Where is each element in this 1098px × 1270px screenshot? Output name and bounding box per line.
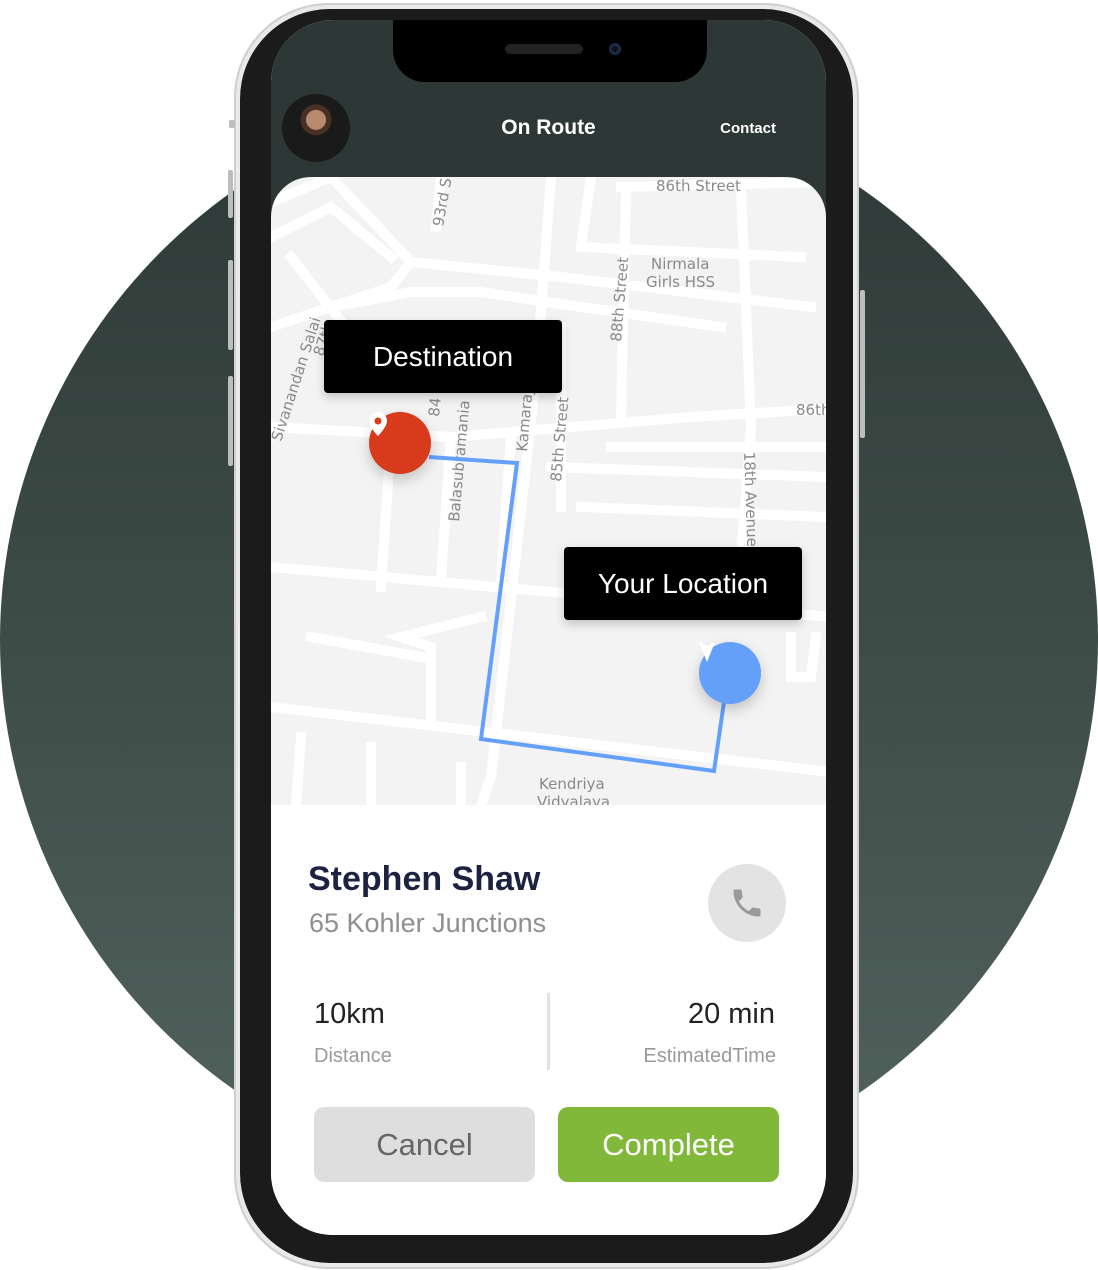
trip-details-panel: Stephen Shaw 65 Kohler Junctions 10km Di… (271, 805, 826, 1235)
camera (609, 43, 621, 55)
street-label: 18th Avenue (740, 452, 761, 548)
volume-down-button (228, 376, 233, 466)
phone-icon (733, 889, 761, 917)
place-label: Kendriya (539, 775, 605, 793)
time-label: EstimatedTime (643, 1045, 776, 1067)
power-button (860, 290, 865, 438)
street-label: 86th (796, 401, 826, 419)
driver-name: Stephen Shaw (308, 860, 541, 898)
stats-divider (547, 993, 550, 1070)
contact-link[interactable]: Contact (720, 120, 776, 137)
phone-screen: On Route Contact 86th Street 93rd S Nirm… (271, 20, 826, 1235)
street-label: 93rd S (429, 177, 455, 228)
volume-up-button (228, 260, 233, 350)
street-label: 88th Street (607, 256, 632, 342)
distance-value: 10km (314, 998, 385, 1030)
location-pin-icon (369, 412, 387, 436)
street-label: 86th Street (656, 177, 741, 195)
map-roads: 86th Street 93rd S Nirmala Girls HSS 88t… (271, 177, 826, 805)
place-label: Vidyalaya (537, 793, 610, 805)
destination-label: Destination (324, 320, 562, 393)
destination-marker[interactable] (369, 412, 431, 474)
mute-switch (228, 170, 233, 218)
speaker (505, 44, 583, 54)
distance-label: Distance (314, 1045, 392, 1067)
navigation-arrow-icon (699, 642, 715, 662)
street-label: 84 (425, 397, 445, 418)
place-label: Girls HSS (646, 273, 715, 291)
complete-button[interactable]: Complete (558, 1107, 779, 1182)
time-value: 20 min (687, 998, 775, 1030)
cancel-button[interactable]: Cancel (314, 1107, 535, 1182)
driver-address: 65 Kohler Junctions (309, 908, 547, 938)
place-label: Nirmala (651, 255, 709, 273)
notch (393, 20, 707, 82)
your-location-label: Your Location (564, 547, 802, 620)
phone-side-marker (229, 120, 235, 128)
current-location-marker[interactable] (699, 642, 761, 704)
call-button[interactable] (708, 864, 786, 942)
map[interactable]: 86th Street 93rd S Nirmala Girls HSS 88t… (271, 177, 826, 805)
